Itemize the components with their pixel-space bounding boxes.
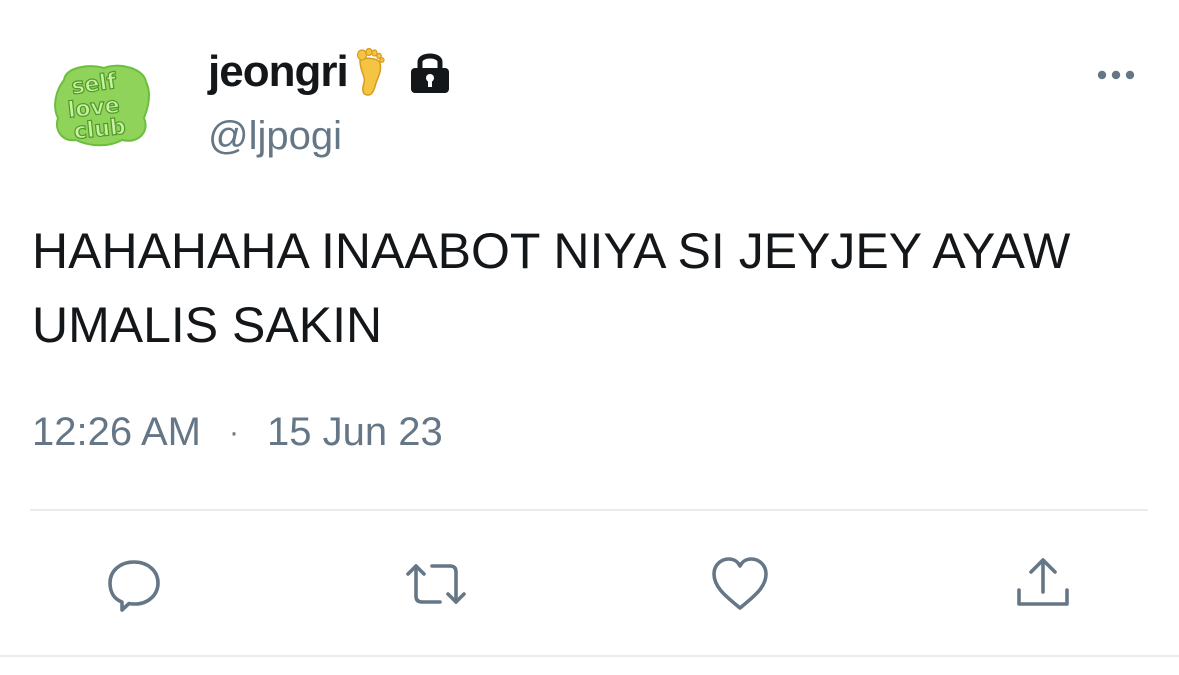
speech-bubble-icon (108, 560, 160, 612)
tweet-timestamp: 12:26 AM · 15 Jun 23 (32, 410, 443, 455)
name-row: jeongri (208, 44, 452, 100)
tweet-card: self love club jeongri @ljpogi HAHAHAHA … (0, 0, 1179, 675)
divider (30, 509, 1148, 511)
display-name[interactable]: jeongri (208, 47, 349, 97)
avatar[interactable]: self love club (52, 58, 152, 148)
self-love-club-avatar-icon: self love club (54, 64, 151, 147)
tweet-time[interactable]: 12:26 AM (32, 410, 201, 455)
reply-button[interactable] (102, 552, 166, 616)
more-options-icon[interactable] (1094, 60, 1138, 90)
user-handle[interactable]: @ljpogi (208, 114, 342, 159)
share-button[interactable] (1011, 552, 1075, 616)
lock-icon (408, 49, 452, 95)
meta-separator: · (229, 415, 240, 449)
share-upload-icon (1017, 558, 1069, 606)
retweet-arrows-icon (406, 564, 466, 604)
tweet-text: HAHAHAHA INAABOT NIYA SI JEYJEY AYAW UMA… (32, 223, 1071, 353)
foot-emoji-icon (352, 47, 386, 97)
bottom-divider (0, 655, 1179, 657)
like-button[interactable] (708, 552, 772, 616)
heart-icon (712, 557, 768, 610)
retweet-button[interactable] (404, 552, 468, 616)
tweet-date[interactable]: 15 Jun 23 (267, 410, 443, 455)
